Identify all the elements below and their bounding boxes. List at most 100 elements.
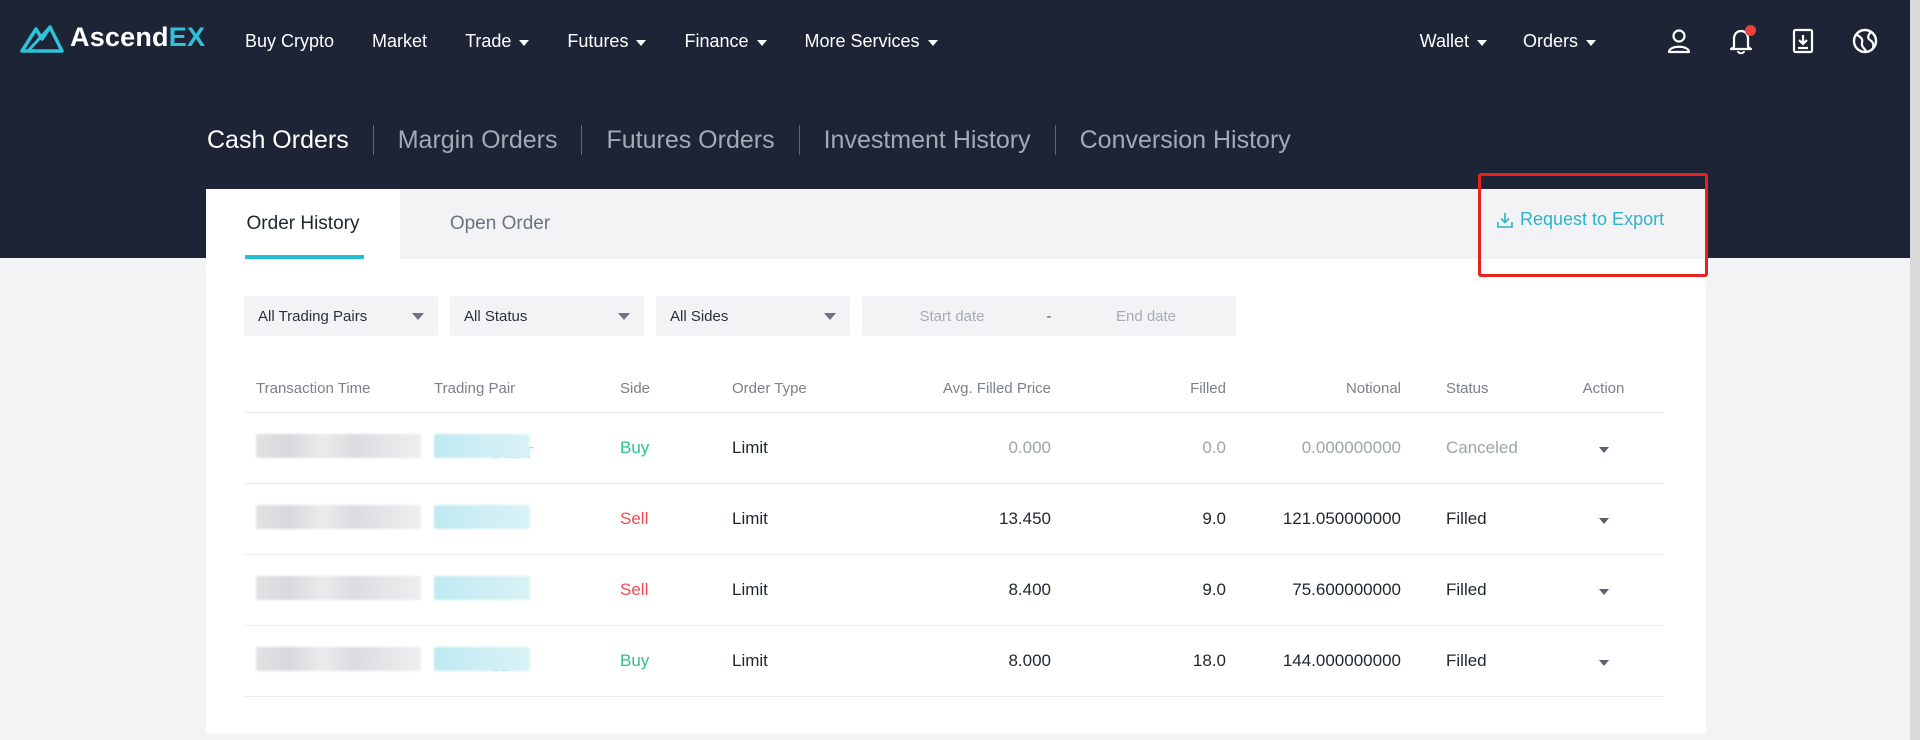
col-trading-pair[interactable]: Trading Pair [434,380,620,397]
chevron-down-icon [618,312,630,320]
col-notional[interactable]: Notional [1226,380,1401,397]
nav-orders[interactable]: Orders [1523,31,1596,52]
col-action: Action [1582,379,1625,397]
nav-market[interactable]: Market [372,31,427,52]
transaction-time-cell [244,646,434,676]
nav-label: More Services [804,30,920,51]
tab-margin-orders[interactable]: Margin Orders [372,125,582,155]
chevron-down-icon [756,39,767,46]
redacted-time [256,433,421,458]
col-status[interactable]: Status [1401,380,1553,397]
nav-label: Market [372,30,428,51]
window-scrollbar[interactable] [1910,0,1920,740]
col-order-type[interactable]: Order Type [732,380,862,397]
chevron-down-icon [824,312,836,320]
redacted-pair [434,504,530,529]
nav-futures[interactable]: Futures [567,30,647,52]
chevron-down-icon [1598,518,1609,524]
tab-futures-orders[interactable]: Futures Orders [581,125,798,155]
brand-name-prefix: Ascend [70,22,169,52]
col-side[interactable]: Side [620,380,732,397]
nav-buy-crypto[interactable]: Buy Crypto [245,31,334,52]
filter-bar: All Trading Pairs All Status All Sides - [244,296,1236,336]
table-header: Transaction Time Trading Pair Side Order… [244,364,1664,413]
date-separator: - [1046,307,1052,325]
redacted-pair [434,646,530,671]
avg-price-cell: 0.000 [1008,438,1051,457]
chevron-down-icon [1598,660,1609,666]
nav-right: Wallet Orders [1420,0,1880,82]
trading-pair-cell [434,504,620,534]
side-cell: Sell [620,509,649,528]
export-highlight-annotation [1478,173,1708,277]
tab-label: Order History [246,213,360,234]
avg-price-cell: 8.000 [1008,651,1051,670]
col-filled[interactable]: Filled [1051,380,1226,397]
row-action[interactable] [1553,580,1654,600]
trading-pair-cell: USDT [434,433,620,463]
download-icon[interactable] [1788,26,1818,56]
order-history-table: Transaction Time Trading Pair Side Order… [244,364,1664,697]
end-date-input[interactable] [1056,307,1236,325]
nav-label: Trade [465,30,512,51]
notional-cell: 75.600000000 [1292,580,1401,599]
active-tab-indicator [245,255,364,259]
row-action[interactable] [1553,651,1654,671]
trading-pair-cell: SDT [434,646,620,676]
order-type-cell: Limit [732,438,768,457]
chevron-down-icon [927,39,938,46]
bell-icon[interactable] [1726,25,1756,56]
status-select[interactable]: All Status [450,296,644,336]
trading-pair-cell [434,575,620,605]
tab-investment-history[interactable]: Investment History [798,125,1055,155]
chevron-down-icon [1476,39,1487,46]
notification-badge [1745,25,1756,36]
table-row: USDT Buy Limit 0.000 0.0 0.000000000 Can… [244,413,1664,484]
chevron-down-icon [519,39,530,46]
row-action[interactable] [1553,438,1654,458]
brand-logo[interactable]: Ascend EX [20,22,205,53]
nav-label: Buy Crypto [245,30,335,51]
col-transaction-time[interactable]: Transaction Time [244,380,434,397]
tab-open-order[interactable]: Open Order [400,189,600,259]
start-date-input[interactable] [862,307,1042,325]
transaction-time-cell [244,504,434,534]
transaction-time-cell [244,575,434,605]
select-value: All Sides [670,307,729,325]
nav-finance[interactable]: Finance [684,31,767,52]
redacted-time [256,504,421,529]
nav-trade[interactable]: Trade [465,30,530,52]
row-action[interactable] [1553,509,1654,529]
tab-cash-orders[interactable]: Cash Orders [207,125,373,155]
status-cell: Filled [1446,509,1487,528]
notional-cell: 121.050000000 [1282,509,1401,528]
order-type-cell: Limit [732,580,768,599]
nav-label: Futures [567,30,629,51]
globe-icon[interactable] [1850,26,1880,56]
notional-cell: 144.000000000 [1282,651,1401,670]
tab-order-history[interactable]: Order History [206,189,400,259]
tab-conversion-history[interactable]: Conversion History [1054,125,1315,155]
tab-label: Open Order [449,213,551,234]
trading-pair-select[interactable]: All Trading Pairs [244,296,438,336]
order-type-cell: Limit [732,651,768,670]
select-value: All Trading Pairs [258,307,368,325]
chevron-down-icon [636,39,647,46]
chevron-down-icon [412,312,424,320]
side-select[interactable]: All Sides [656,296,850,336]
nav-wallet[interactable]: Wallet [1420,31,1487,52]
brand-name-suffix: EX [168,22,206,52]
date-range-picker: - [862,296,1236,336]
side-cell: Buy [620,438,650,457]
filled-cell: 9.0 [1202,580,1226,599]
redacted-time [256,575,421,600]
avg-price-cell: 8.400 [1008,580,1051,599]
nav-label: Wallet [1419,30,1469,51]
user-icon[interactable] [1664,26,1694,56]
status-cell: Canceled [1446,438,1518,457]
avg-price-cell: 13.450 [999,509,1051,528]
top-navigation: Ascend EX Buy Crypto Market Trade Futures… [0,0,1908,82]
nav-more-services[interactable]: More Services [805,31,938,52]
transaction-time-cell [244,433,434,463]
col-avg-filled-price[interactable]: Avg. Filled Price [862,380,1051,397]
